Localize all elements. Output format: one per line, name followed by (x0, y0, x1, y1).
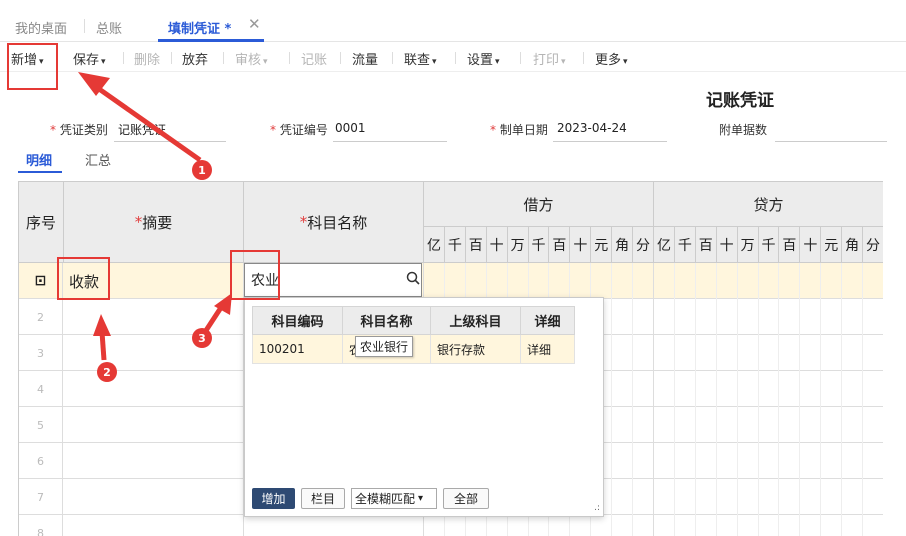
annotation-badge-1: 1 (192, 160, 212, 180)
annotation-arrow-1 (90, 81, 202, 163)
annotation-badge-3: 3 (192, 328, 212, 348)
annotation-arrow-3 (202, 304, 225, 334)
annotation-arrow-2 (99, 331, 107, 361)
annotation-arrowhead-2 (93, 314, 111, 336)
annotation-arrows (78, 72, 232, 361)
annotation-badge-2: 2 (97, 362, 117, 382)
